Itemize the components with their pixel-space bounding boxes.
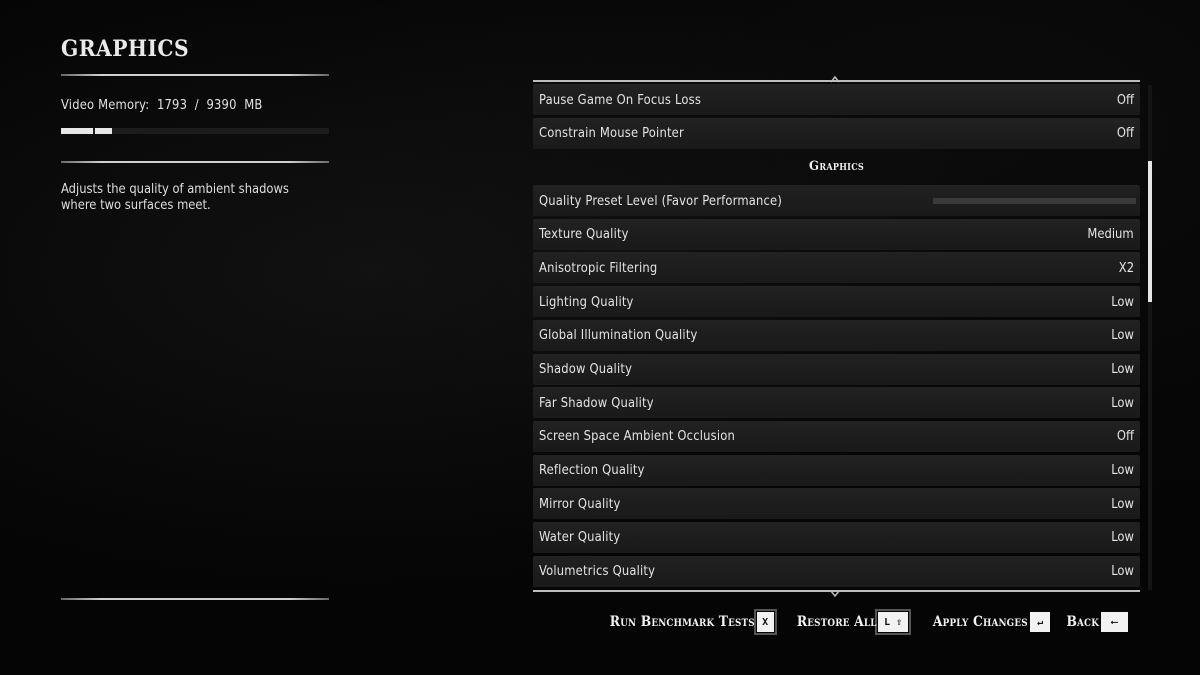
- video-memory-label: Video Memory:: [61, 97, 150, 113]
- setting-row[interactable]: Screen Space Ambient Occlusion Off: [533, 420, 1140, 452]
- setting-value: Low: [1111, 327, 1134, 344]
- video-memory-separator: /: [194, 97, 199, 113]
- setting-label: Volumetrics Quality: [539, 563, 656, 580]
- key-shift-icon: L ⇧: [875, 609, 912, 635]
- setting-row[interactable]: Far Shadow Quality Low: [533, 387, 1140, 419]
- enter-key-icon: ↵: [1029, 612, 1050, 632]
- apply-changes-label: Apply Changes: [933, 614, 1028, 630]
- setting-label: Water Quality: [539, 529, 621, 546]
- video-memory-readout: Video Memory: 1793 / 9390 MB: [61, 97, 266, 113]
- run-benchmark-label: Run Benchmark Tests: [609, 614, 755, 630]
- setting-value: Medium: [1087, 226, 1134, 243]
- setting-label: Pause Game On Focus Loss: [539, 91, 702, 108]
- quality-preset-slider[interactable]: [933, 197, 1136, 204]
- section-header: Graphics: [533, 151, 1140, 182]
- video-memory-unit: MB: [244, 97, 263, 113]
- setting-value: X2: [1118, 259, 1134, 276]
- setting-label: Lighting Quality: [539, 293, 634, 310]
- settings-rows: Pause Game On Focus Loss Off Constrain Mou…: [533, 84, 1140, 589]
- restore-all-button[interactable]: Restore All L ⇧: [786, 609, 912, 635]
- setting-value: Off: [1116, 428, 1134, 445]
- section-header-label: Graphics: [808, 159, 864, 175]
- scrollbar-thumb[interactable]: [1148, 161, 1152, 302]
- setting-row[interactable]: Constrain Mouse Pointer Off: [533, 117, 1140, 149]
- video-memory-total: 9390: [206, 97, 237, 113]
- setting-value: Low: [1111, 462, 1134, 479]
- setting-label: Texture Quality: [539, 226, 629, 243]
- setting-label: Mirror Quality: [539, 495, 621, 512]
- setting-description: Adjusts the quality of ambient shadows w…: [61, 181, 289, 213]
- page-title: GRAPHICS: [61, 36, 190, 62]
- back-label: Back: [1066, 614, 1099, 630]
- setting-row[interactable]: Texture Quality Medium: [533, 218, 1140, 250]
- setting-label: Anisotropic Filtering: [539, 259, 658, 276]
- setting-value: Low: [1111, 293, 1134, 310]
- video-memory-used: 1793: [156, 97, 188, 113]
- setting-row[interactable]: Global Illumination Quality Low: [533, 319, 1140, 351]
- scrollbar[interactable]: [1148, 85, 1152, 590]
- setting-value: Off: [1116, 91, 1134, 108]
- video-memory-bar-fill: [61, 128, 93, 134]
- setting-row[interactable]: Pause Game On Focus Loss Off: [533, 84, 1140, 115]
- apply-changes-button[interactable]: Apply Changes ↵: [920, 612, 1050, 632]
- setting-value: Off: [1116, 125, 1134, 142]
- setting-value: Low: [1111, 495, 1134, 512]
- setting-row[interactable]: Lighting Quality Low: [533, 286, 1140, 318]
- setting-row-slider[interactable]: Quality Preset Level (Favor Performance): [533, 185, 1140, 217]
- setting-value: Low: [1111, 394, 1134, 411]
- setting-label: Far Shadow Quality: [539, 394, 654, 411]
- setting-value: Low: [1111, 529, 1134, 546]
- video-memory-bar-fill-secondary: [95, 128, 112, 134]
- setting-row[interactable]: Mirror Quality Low: [533, 488, 1140, 520]
- setting-label: Global Illumination Quality: [539, 327, 698, 344]
- back-button[interactable]: Back ⟵: [1062, 612, 1128, 632]
- setting-row[interactable]: Volumetrics Quality Low: [533, 555, 1140, 587]
- scroll-down-caret-icon[interactable]: [830, 589, 840, 599]
- footer-actions: Run Benchmark Tests X Restore All L ⇧ Ap…: [578, 609, 1128, 635]
- setting-row[interactable]: Anisotropic Filtering X2: [533, 252, 1140, 284]
- video-memory-bar: [61, 128, 329, 134]
- setting-label: Shadow Quality: [539, 361, 633, 377]
- divider: [61, 598, 329, 600]
- setting-label: Reflection Quality: [539, 462, 645, 479]
- divider: [61, 161, 329, 163]
- divider: [61, 74, 329, 76]
- setting-row[interactable]: Reflection Quality Low: [533, 454, 1140, 486]
- setting-row[interactable]: Shadow Quality Low: [533, 353, 1140, 385]
- restore-all-label: Restore All: [796, 614, 877, 630]
- setting-label: Quality Preset Level (Favor Performance): [539, 192, 783, 209]
- run-benchmark-button[interactable]: Run Benchmark Tests X: [590, 609, 777, 635]
- setting-value: Low: [1111, 361, 1134, 377]
- backspace-key-icon: ⟵: [1101, 612, 1128, 632]
- scroll-up-caret-icon[interactable]: [830, 74, 840, 84]
- setting-value: Low: [1111, 563, 1134, 580]
- key-x-icon: X: [753, 609, 777, 635]
- setting-label: Screen Space Ambient Occlusion: [539, 428, 735, 445]
- setting-row[interactable]: Water Quality Low: [533, 521, 1140, 553]
- settings-list: Pause Game On Focus Loss Off Constrain Mou…: [533, 75, 1140, 598]
- setting-label: Constrain Mouse Pointer: [539, 125, 684, 142]
